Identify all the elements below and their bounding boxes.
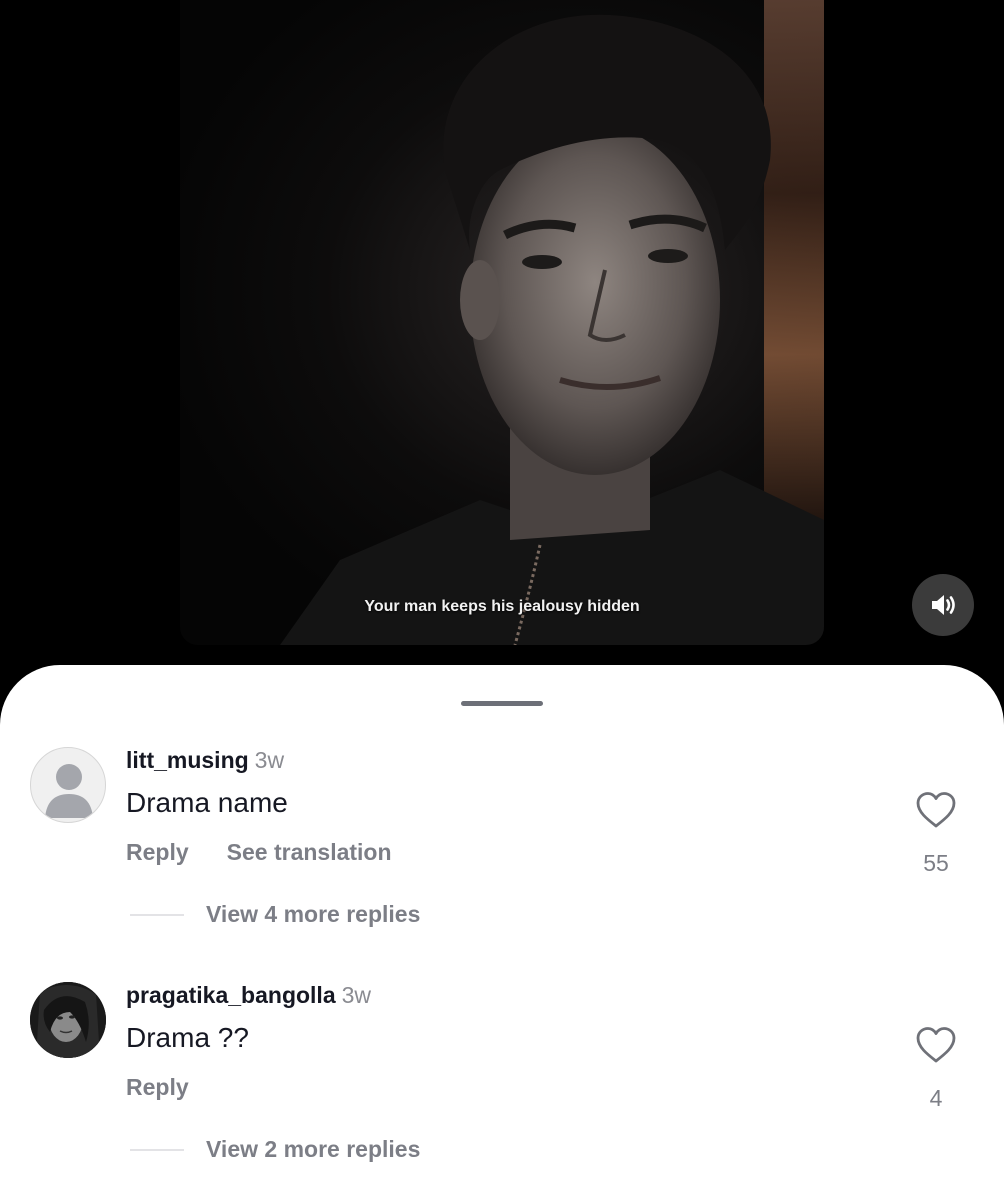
heart-icon <box>916 1027 956 1063</box>
view-more-replies-label: View 2 more replies <box>206 1136 421 1162</box>
like-count: 55 <box>923 850 949 876</box>
comment-actions: Reply See translation <box>126 839 392 866</box>
like-button[interactable]: 4 <box>910 1026 962 1112</box>
default-user-avatar-icon <box>45 764 93 818</box>
comment-actions: Reply <box>126 1074 189 1101</box>
comment-text: Drama ?? <box>126 1022 249 1053</box>
speaker-volume-icon <box>932 595 955 615</box>
view-more-replies-button[interactable]: View 4 more replies <box>130 901 420 928</box>
comment-text: Drama name <box>126 787 288 818</box>
video-caption: Your man keeps his jealousy hidden <box>364 598 640 615</box>
reply-button[interactable]: Reply <box>126 1074 189 1100</box>
divider <box>130 1148 184 1151</box>
view-more-replies-label: View 4 more replies <box>206 901 421 927</box>
see-translation-button[interactable]: See translation <box>227 839 392 865</box>
user-photo-avatar <box>30 982 106 1058</box>
avatar[interactable] <box>30 747 106 823</box>
view-more-replies-button[interactable]: View 2 more replies <box>130 1136 420 1163</box>
video-frame[interactable]: Your man keeps his jealousy hidden <box>180 0 824 645</box>
comment-meta: pragatika_bangolla 3w <box>126 982 371 1009</box>
like-button[interactable]: 55 <box>910 791 962 877</box>
sound-toggle-button[interactable] <box>912 574 974 636</box>
comments-sheet: litt_musing 3w Drama name Reply See transl… <box>0 665 1004 1200</box>
divider <box>130 913 184 916</box>
comment-username[interactable]: litt_musing <box>126 747 249 773</box>
comment-time: 3w <box>341 982 372 1008</box>
heart-icon <box>916 792 956 828</box>
sheet-drag-handle[interactable] <box>461 701 543 706</box>
video-player[interactable]: Your man keeps his jealousy hidden <box>0 0 1004 665</box>
avatar[interactable] <box>30 982 106 1058</box>
reply-button[interactable]: Reply <box>126 839 189 865</box>
comment-username[interactable]: pragatika_bangolla <box>126 982 336 1008</box>
like-count: 4 <box>929 1085 943 1111</box>
comment-meta: litt_musing 3w <box>126 747 284 774</box>
video-still-portrait <box>280 14 824 645</box>
comment-time: 3w <box>254 747 285 773</box>
